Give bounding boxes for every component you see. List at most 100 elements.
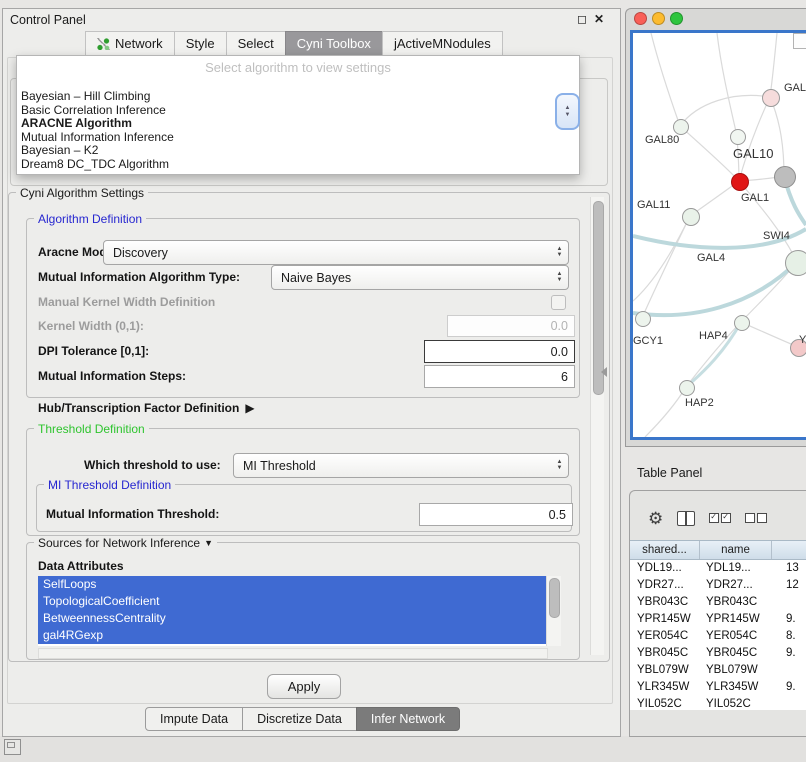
table-cell: 9. (772, 679, 806, 696)
canvas-scrollbar-button[interactable] (793, 33, 806, 49)
threshold-definition-legend: Threshold Definition (34, 422, 149, 436)
minimize-button[interactable] (652, 12, 665, 25)
tab-label: Network (115, 36, 163, 51)
table-row[interactable]: YBR043CYBR043C (630, 594, 806, 611)
desktop-bottom-strip (0, 736, 806, 762)
attributes-scrollbar-thumb[interactable] (549, 578, 560, 618)
table-header-cell[interactable]: shared... (630, 541, 700, 559)
data-attribute-item[interactable]: BetweennessCentrality (38, 610, 546, 627)
control-panel-title: Control Panel (10, 13, 86, 27)
aracne-mode-select[interactable]: Discovery ▲▼ (103, 240, 569, 265)
network-node[interactable] (673, 119, 689, 135)
network-node-label: GAL80 (645, 134, 679, 146)
network-node-label: GAL11 (637, 199, 670, 211)
combo-stepper-icon: ▲▼ (551, 247, 568, 258)
network-node[interactable] (682, 208, 700, 226)
table-cell: YPR145W (630, 611, 700, 628)
table-row[interactable]: YBR045CYBR045C9. (630, 645, 806, 662)
bottom-tabs: Impute DataDiscretize DataInfer Network (146, 707, 460, 731)
network-node[interactable] (734, 315, 750, 331)
attributes-hscrollbar[interactable] (38, 648, 548, 659)
algorithm-option[interactable]: Bayesian – Hill Climbing (19, 90, 577, 104)
algorithm-option[interactable]: Dream8 DC_TDC Algorithm (19, 158, 577, 172)
network-node[interactable] (730, 129, 746, 145)
algorithm-option[interactable]: Mutual Information Inference (19, 131, 577, 145)
data-attribute-item[interactable]: gal4RGexp (38, 627, 546, 644)
table-header: shared...name (630, 540, 806, 560)
table-cell: YBL079W (630, 662, 700, 679)
data-attribute-item[interactable]: SelfLoops (38, 576, 546, 593)
traffic-lights (634, 12, 683, 25)
sources-legend[interactable]: Sources for Network Inference ▼ (34, 536, 217, 550)
float-icon[interactable]: ◻ (577, 12, 587, 26)
network-node[interactable] (731, 173, 749, 191)
table-cell: YDR27... (700, 577, 772, 594)
network-node[interactable] (762, 89, 780, 107)
tab-style[interactable]: Style (174, 31, 227, 56)
algorithm-dropdown-popup: Select algorithm to view settings Bayesi… (16, 55, 580, 175)
data-attribute-item[interactable]: TopologicalCoefficient (38, 593, 546, 610)
close-icon[interactable]: ✕ (594, 12, 604, 26)
network-canvas[interactable]: GALGAL80GAL10GAL11GAL1SWI4GAL4GCY1HAP4YH… (630, 30, 806, 440)
gear-icon[interactable]: ⚙ (648, 510, 663, 527)
which-threshold-label: Which threshold to use: (84, 458, 221, 472)
network-node[interactable] (679, 380, 695, 396)
bottom-tab-infer-network[interactable]: Infer Network (356, 707, 460, 731)
table-cell: YPR145W (700, 611, 772, 628)
table-row[interactable]: YIL052CYIL052C (630, 696, 806, 710)
network-node-label: GAL4 (697, 252, 725, 264)
table-row[interactable]: YLR345WYLR345W9. (630, 679, 806, 696)
settings-scrollbar-thumb[interactable] (593, 201, 604, 395)
deselect-columns-icon[interactable] (745, 513, 767, 523)
which-threshold-select[interactable]: MI Threshold ▲▼ (233, 453, 569, 478)
table-header-cell[interactable]: name (700, 541, 772, 559)
dpi-tolerance-field[interactable]: 0.0 (424, 340, 575, 363)
table-row[interactable]: YER054CYER054C8. (630, 628, 806, 645)
panel-collapse-arrow[interactable] (601, 367, 607, 377)
network-node-label: GAL (784, 82, 806, 94)
tab-jactivemnodules[interactable]: jActiveMNodules (382, 31, 503, 56)
combo-stepper-icon: ▲▼ (551, 272, 568, 283)
table-row[interactable]: YDR27...YDR27...12 (630, 577, 806, 594)
table-row[interactable]: YBL079WYBL079W (630, 662, 806, 679)
algorithm-option[interactable]: ARACNE Algorithm (19, 117, 577, 131)
columns-icon[interactable] (677, 511, 695, 526)
mi-type-select[interactable]: Naive Bayes ▲▼ (271, 265, 569, 290)
table-cell: YBL079W (700, 662, 772, 679)
close-button[interactable] (634, 12, 647, 25)
table-cell: YBR045C (700, 645, 772, 662)
network-node[interactable] (785, 250, 806, 276)
select-all-columns-icon[interactable] (709, 513, 731, 523)
table-row[interactable]: YDL19...YDL19...13 (630, 560, 806, 577)
table-header-cell[interactable] (772, 541, 806, 559)
algorithm-option[interactable]: Basic Correlation Inference (19, 104, 577, 118)
mi-steps-field[interactable]: 6 (424, 365, 575, 388)
combo-stepper-icon: ▲▼ (551, 460, 568, 471)
zoom-button[interactable] (670, 12, 683, 25)
attributes-list[interactable]: SelfLoopsTopologicalCoefficientBetweenne… (38, 576, 546, 646)
tab-cyni-toolbox[interactable]: Cyni Toolbox (285, 31, 383, 56)
mi-type-value: Naive Bayes (272, 271, 551, 285)
bottom-tab-discretize-data[interactable]: Discretize Data (242, 707, 357, 731)
hub-definition-expander[interactable]: Hub/Transcription Factor Definition ▶ (38, 401, 255, 415)
table-cell: 13 (772, 560, 806, 577)
network-node-label: GCY1 (633, 335, 663, 347)
algorithm-option[interactable]: Bayesian – K2 (19, 144, 577, 158)
tab-network[interactable]: Network (85, 31, 175, 56)
settings-scrollbar[interactable] (590, 197, 604, 655)
bottom-tab-impute-data[interactable]: Impute Data (145, 707, 243, 731)
network-node-label: HAP2 (685, 397, 714, 409)
mi-threshold-field[interactable]: 0.5 (419, 503, 573, 526)
manual-kernel-checkbox[interactable] (551, 295, 566, 310)
table-cell: 8. (772, 628, 806, 645)
table-row[interactable]: YPR145WYPR145W9. (630, 611, 806, 628)
combo-focus-stepper[interactable]: ▲▼ (555, 93, 580, 130)
apply-button[interactable]: Apply (267, 674, 341, 699)
network-node[interactable] (774, 166, 796, 188)
network-node[interactable] (635, 311, 651, 327)
attributes-scrollbar[interactable] (546, 576, 561, 646)
tab-select[interactable]: Select (226, 31, 286, 56)
restore-panel-icon[interactable] (4, 739, 21, 755)
kernel-width-field[interactable]: 0.0 (447, 315, 575, 337)
network-node-label: SWI4 (763, 230, 790, 242)
